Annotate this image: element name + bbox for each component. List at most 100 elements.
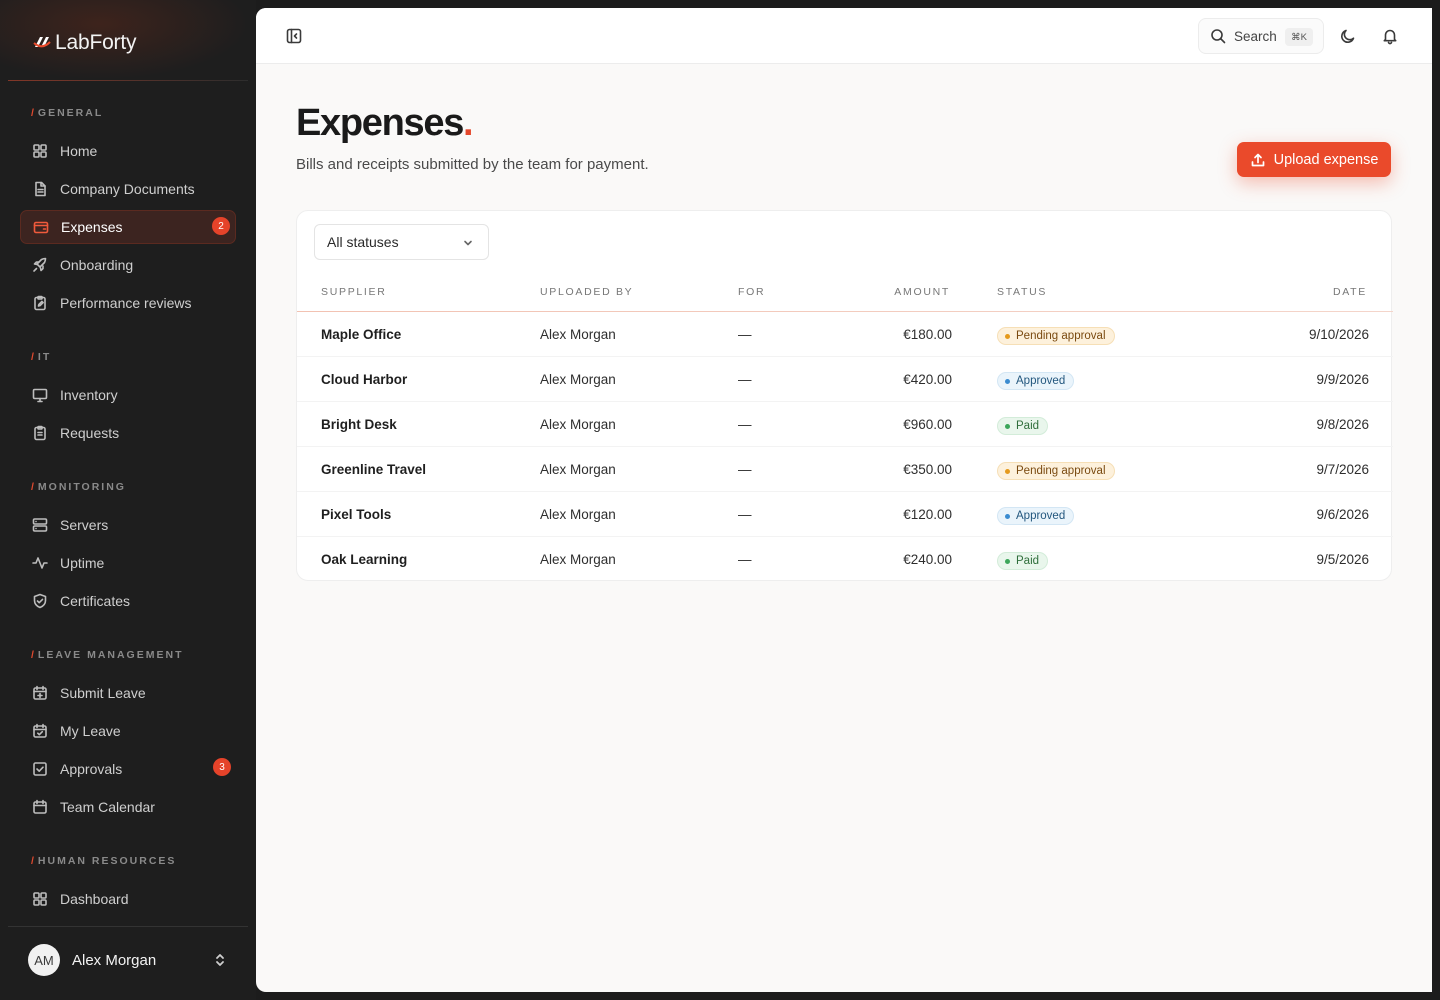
date-cell: 9/8/2026: [1316, 417, 1369, 432]
brand-logo[interactable]: LabForty: [32, 31, 136, 55]
bell-icon[interactable]: [1380, 26, 1400, 46]
amount-cell: €350.00: [903, 462, 952, 477]
status-badge: Pending approval: [997, 327, 1115, 345]
sidebar-item-servers[interactable]: Servers: [20, 508, 236, 542]
calendar-check-icon: [32, 723, 48, 739]
sidebar-item-label: Uptime: [60, 555, 105, 571]
status-badge: Paid: [997, 552, 1049, 570]
section-label-it: / IT: [31, 351, 52, 363]
uploaded-by-cell: Alex Morgan: [540, 552, 616, 567]
status-filter-value: All statuses: [327, 234, 399, 250]
table-row[interactable]: Bright Desk Alex Morgan — €960.00 Paid 9…: [297, 402, 1393, 447]
chevron-up-down-icon[interactable]: [212, 952, 228, 968]
date-cell: 9/6/2026: [1316, 507, 1369, 522]
search-label: Search: [1234, 28, 1277, 44]
main-content: Search ⌘K Expenses. Bills and receipts s…: [256, 8, 1432, 992]
sidebar-item-my-leave[interactable]: My Leave: [20, 714, 236, 748]
sidebar-item-performance-reviews[interactable]: Performance reviews: [20, 286, 236, 320]
supplier-cell: Greenline Travel: [321, 462, 427, 477]
check-square-icon: [32, 761, 48, 777]
uploaded-by-cell: Alex Morgan: [540, 507, 616, 522]
expenses-table-card: All statuses SUPPLIER UPLOADED BY FOR AM…: [296, 210, 1393, 582]
table-row[interactable]: Cloud Harbor Alex Morgan — €420.00 Appro…: [297, 357, 1393, 402]
for-cell: —: [738, 417, 752, 432]
supplier-cell: Oak Learning: [321, 552, 408, 567]
expenses-count-badge: 2: [212, 217, 230, 235]
sidebar-item-label: Onboarding: [60, 257, 134, 273]
sidebar-item-inventory[interactable]: Inventory: [20, 378, 236, 412]
user-menu[interactable]: AM Alex Morgan: [28, 944, 156, 976]
sidebar-item-label: Submit Leave: [60, 685, 146, 701]
upload-expense-button[interactable]: Upload expense: [1237, 142, 1391, 177]
uploaded-by-cell: Alex Morgan: [540, 462, 616, 477]
user-name: Alex Morgan: [72, 951, 157, 969]
sidebar-item-label: Team Calendar: [60, 799, 155, 815]
date-cell: 9/5/2026: [1316, 552, 1369, 567]
sidebar-item-dashboard[interactable]: Dashboard: [20, 882, 236, 916]
date-cell: 9/7/2026: [1316, 462, 1369, 477]
column-header-for[interactable]: FOR: [738, 286, 765, 298]
sidebar: LabForty / GENERAL Home Company Documents…: [0, 0, 256, 1000]
user-divider: [8, 926, 248, 927]
clipboard-list-icon: [32, 425, 48, 441]
sidebar-item-label: Company Documents: [60, 181, 195, 197]
section-label-general: / GENERAL: [31, 107, 104, 119]
amount-cell: €960.00: [903, 417, 952, 432]
table-row[interactable]: Oak Learning Alex Morgan — €240.00 Paid …: [297, 537, 1393, 582]
sidebar-item-label: Approvals: [60, 761, 123, 777]
amount-cell: €180.00: [903, 327, 952, 342]
amount-cell: €240.00: [903, 552, 952, 567]
sidebar-item-uptime[interactable]: Uptime: [20, 546, 236, 580]
column-header-date[interactable]: DATE: [1333, 286, 1367, 298]
supplier-cell: Cloud Harbor: [321, 372, 408, 387]
supplier-cell: Bright Desk: [321, 417, 397, 432]
uploaded-by-cell: Alex Morgan: [540, 327, 616, 342]
sidebar-item-label: Expenses: [61, 219, 123, 235]
table-row[interactable]: Greenline Travel Alex Morgan — €350.00 P…: [297, 447, 1393, 492]
status-badge: Pending approval: [997, 462, 1115, 480]
sidebar-toggle-icon[interactable]: [284, 26, 304, 46]
sidebar-item-label: My Leave: [60, 723, 121, 739]
grid-icon: [32, 143, 48, 159]
date-cell: 9/10/2026: [1308, 327, 1369, 342]
table-row[interactable]: Pixel Tools Alex Morgan — €120.00 Approv…: [297, 492, 1393, 537]
moon-icon[interactable]: [1338, 26, 1358, 46]
sidebar-item-approvals[interactable]: Approvals 3: [20, 752, 236, 786]
sidebar-item-company-documents[interactable]: Company Documents: [20, 172, 236, 206]
avatar: AM: [28, 944, 60, 976]
sidebar-item-home[interactable]: Home: [20, 134, 236, 168]
upload-expense-label: Upload expense: [1273, 151, 1379, 168]
sidebar-item-label: Certificates: [60, 593, 131, 609]
column-header-supplier[interactable]: SUPPLIER: [321, 286, 387, 298]
status-filter-select[interactable]: All statuses: [314, 224, 489, 260]
status-badge: Approved: [997, 372, 1075, 390]
supplier-cell: Pixel Tools: [321, 507, 392, 522]
upload-icon: [1251, 153, 1264, 166]
search-shortcut: ⌘K: [1285, 28, 1313, 46]
column-header-uploaded-by[interactable]: UPLOADED BY: [540, 286, 633, 298]
column-header-status[interactable]: STATUS: [997, 286, 1047, 298]
sidebar-item-certificates[interactable]: Certificates: [20, 584, 236, 618]
clipboard-edit-icon: [32, 295, 48, 311]
server-icon: [32, 517, 48, 533]
for-cell: —: [738, 507, 752, 522]
sidebar-item-requests[interactable]: Requests: [20, 416, 236, 450]
search-button[interactable]: Search ⌘K: [1198, 18, 1324, 54]
column-header-amount[interactable]: AMOUNT: [894, 286, 950, 298]
rocket-icon: [32, 257, 48, 273]
sidebar-item-team-calendar[interactable]: Team Calendar: [20, 790, 236, 824]
section-label-leave-management: / LEAVE MANAGEMENT: [31, 649, 184, 661]
search-icon: [1211, 29, 1226, 44]
sidebar-item-submit-leave[interactable]: Submit Leave: [20, 676, 236, 710]
table-row[interactable]: Maple Office Alex Morgan — €180.00 Pendi…: [297, 312, 1393, 357]
for-cell: —: [738, 462, 752, 477]
page-subtitle: Bills and receipts submitted by the team…: [296, 156, 649, 173]
date-cell: 9/9/2026: [1316, 372, 1369, 387]
sidebar-item-label: Home: [60, 143, 98, 159]
sidebar-item-label: Servers: [60, 517, 109, 533]
sidebar-item-expenses[interactable]: Expenses 2: [20, 210, 236, 244]
sidebar-item-onboarding[interactable]: Onboarding: [20, 248, 236, 282]
amount-cell: €120.00: [903, 507, 952, 522]
uploaded-by-cell: Alex Morgan: [540, 372, 616, 387]
brand-mark-icon: [33, 37, 51, 48]
